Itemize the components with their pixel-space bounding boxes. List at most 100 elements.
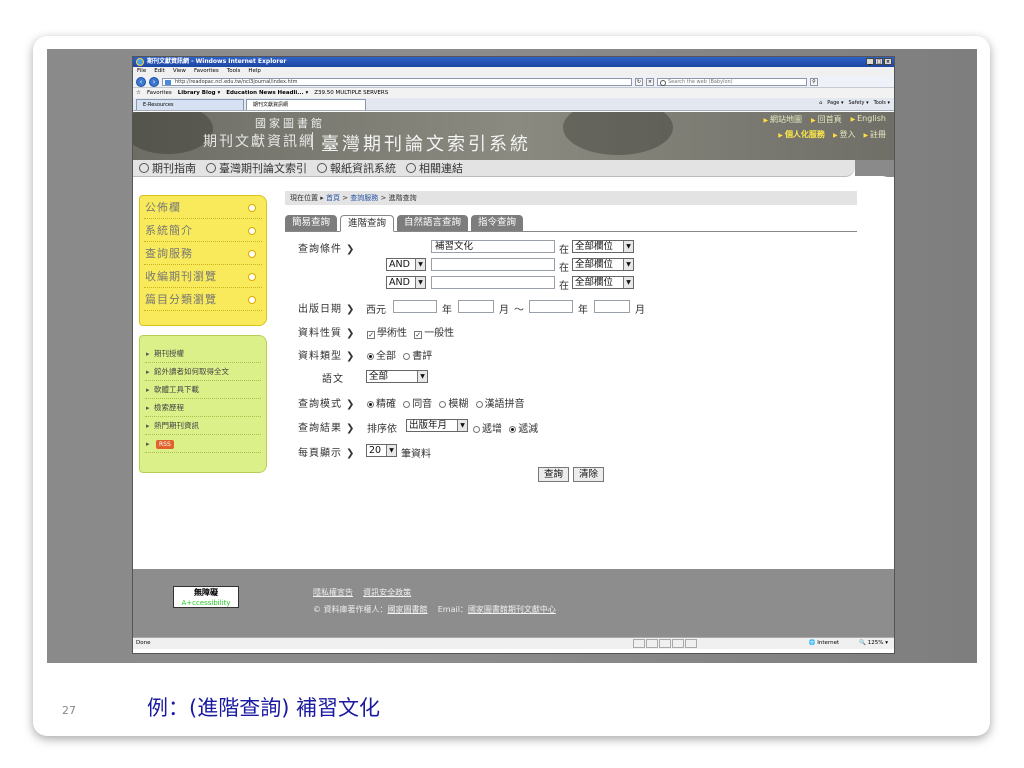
minimize-button[interactable]: _ [866,58,874,65]
sidebar-sub-menu: 期刊授權 館外讀者如何取得全文 軟體工具下載 檢索歷程 熱門期刊資訊 RSS [139,335,267,473]
radio-type-all[interactable] [367,353,374,360]
radio-mode-exact[interactable] [367,401,374,408]
search-button[interactable]: 查詢 [538,467,570,482]
nav-journal-guide[interactable]: 期刊指南 [139,160,196,176]
browser-tab-eresources[interactable]: E-Resources [136,99,244,110]
sitemap-link[interactable]: 網站地圖 [764,114,802,125]
owner-link[interactable]: 國家圖書館 [388,605,428,614]
page-menu[interactable]: Page ▾ [827,100,843,106]
radio-mode-pinyin[interactable] [475,401,483,408]
favorite-z3950[interactable]: Z39.50 MULTIPLE SERVERS [314,88,388,98]
start-year-input[interactable] [393,300,437,313]
radio-order-desc[interactable] [509,426,517,433]
field-select-3[interactable]: 全部欄位 ▼ [572,276,634,289]
radio-order-asc[interactable] [473,426,480,433]
browser-tab-active[interactable]: 期刊文獻資訊網 [246,99,366,110]
tab-advanced-search[interactable]: 進階查詢 [340,215,395,232]
sidebar-item-browse-categories[interactable]: 篇目分類瀏覽 [144,288,262,311]
security-link[interactable]: 資訊安全政策 [363,588,411,597]
search-term-1[interactable]: 補習文化 [431,240,555,253]
date-label: 出版日期 ❯ [298,304,356,315]
sort-select[interactable]: 出版年月 ▼ [406,419,468,432]
menu-edit[interactable]: Edit [154,67,165,76]
sidebar-link-popular[interactable]: 熱門期刊資訊 [145,417,261,435]
accessibility-badge[interactable]: 無障礙 A+ccessibility [173,586,239,608]
personal-service-link[interactable]: 個人化服務 [778,129,825,140]
login-link[interactable]: 登入 [833,129,855,140]
sidebar-item-bulletin[interactable]: 公佈欄 [144,196,262,219]
mode-label: 查詢模式 ❯ [298,399,356,410]
home-icon[interactable]: ⌂ [819,100,822,106]
end-year-input[interactable] [529,300,573,313]
sidebar-link-rss[interactable]: RSS [145,435,261,453]
privacy-link[interactable]: 隱私權宣告 [313,588,353,597]
zoom-level[interactable]: 🔍 125% ▾ [859,638,888,649]
refresh-icon[interactable]: ↻ [635,77,643,86]
month-label-1: 月 [499,305,509,316]
search-term-2[interactable] [431,258,555,271]
browser-search-input[interactable]: Search the web (Babylon) [657,77,807,86]
per-page-select[interactable]: 20 ▼ [366,444,397,457]
english-link[interactable]: English [851,114,886,125]
sidebar-link-authorization[interactable]: 期刊授權 [145,345,261,363]
command-bar: ⌂ Page ▾ Safety ▾ Tools ▾ [819,100,890,106]
nav-newspaper[interactable]: 報紙資訊系統 [317,160,396,176]
address-field[interactable]: http://readopac.ncl.edu.tw/ncl3journal/i… [162,77,632,86]
language-select[interactable]: 全部 ▼ [366,370,428,383]
type-label: 資料類型 ❯ [298,351,356,362]
breadcrumb-label: 現在位置 [290,194,318,202]
tab-natural-language[interactable]: 自然語言查詢 [397,215,469,231]
radio-mode-fuzzy[interactable] [439,401,447,408]
menu-help[interactable]: Help [248,67,261,76]
maximize-button[interactable]: □ [875,58,883,65]
forward-button[interactable]: › [149,76,159,87]
search-icon[interactable]: ⚲ [810,77,818,86]
sidebar-link-downloads[interactable]: 軟體工具下載 [145,381,261,399]
radio-mode-homophone[interactable] [403,401,411,408]
nav-article-index[interactable]: 臺灣期刊論文索引 [206,160,307,176]
checkbox-academic[interactable]: ✓ [367,331,375,339]
sidebar-item-about[interactable]: 系統簡介 [144,219,262,242]
favorites-star-icon[interactable]: ☆ [136,88,141,98]
radio-type-review[interactable] [403,353,411,360]
home-link[interactable]: 回首頁 [811,114,842,125]
breadcrumb-service[interactable]: 查詢服務 [350,194,378,202]
stop-icon[interactable]: × [646,77,654,86]
menu-view[interactable]: View [173,67,186,76]
sidebar-link-fulltext[interactable]: 館外讀者如何取得全文 [145,363,261,381]
field-select-1[interactable]: 全部欄位 ▼ [572,240,634,253]
internet-zone: 🌐 Internet [808,640,840,646]
mode-options: 精確 同音 模糊 漢語拼音 [363,395,525,410]
register-link[interactable]: 註冊 [863,129,886,140]
field-select-2[interactable]: 全部欄位 ▼ [572,258,634,271]
end-month-input[interactable] [594,300,630,313]
menu-file[interactable]: File [137,67,146,76]
window-title: 期刊文獻資訊網 - Windows Internet Explorer [147,58,287,65]
favorite-education-news[interactable]: Education News Headli... ▾ [226,88,308,98]
sidebar-link-history[interactable]: 檢索歷程 [145,399,261,417]
nav-related-links[interactable]: 相關連結 [406,160,463,176]
safety-menu[interactable]: Safety ▾ [848,100,868,106]
checkbox-general[interactable]: ✓ [414,331,423,339]
close-window-button[interactable]: × [884,58,892,65]
breadcrumb-home[interactable]: 首頁 [326,194,340,202]
favorites-button[interactable]: Favorites [147,88,172,98]
sort-prefix: 排序依 [367,424,397,435]
menu-tools[interactable]: Tools [227,67,241,76]
tab-simple-search[interactable]: 簡易查詢 [285,215,338,231]
bool-select-3[interactable]: AND ▼ [386,276,426,289]
favorite-library-blog[interactable]: Library Blog ▾ [178,88,220,98]
tools-menu[interactable]: Tools ▾ [874,100,890,106]
bool-select-2[interactable]: AND ▼ [386,258,426,271]
address-toolbar: ‹ › http://readopac.ncl.edu.tw/ncl3journ… [133,76,894,88]
system-logo-text[interactable]: 期刊文獻資訊網 [203,131,315,151]
tab-command-search[interactable]: 指令查詢 [471,215,524,231]
back-button[interactable]: ‹ [136,76,146,87]
clear-button[interactable]: 清除 [573,467,605,482]
email-link[interactable]: 國家圖書館期刊文獻中心 [468,605,556,614]
sidebar-item-browse-journals[interactable]: 收編期刊瀏覽 [144,265,262,288]
search-term-3[interactable] [431,276,555,289]
sidebar-item-search-service[interactable]: 查詢服務 [144,242,262,265]
menu-favorites[interactable]: Favorites [194,67,219,76]
start-month-input[interactable] [458,300,494,313]
